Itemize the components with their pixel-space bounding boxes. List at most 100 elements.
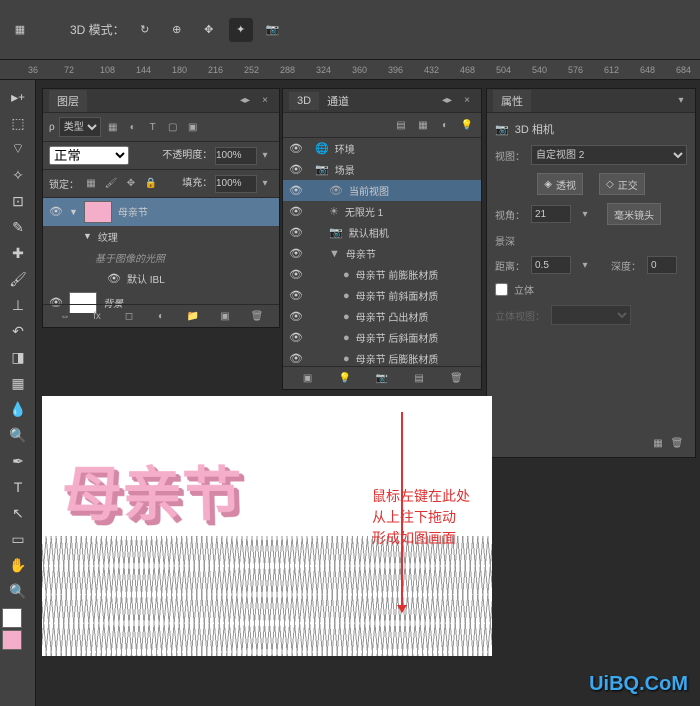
history-brush-tool[interactable]: ↶ bbox=[2, 318, 34, 344]
blend-mode-select[interactable]: 正常 bbox=[49, 146, 129, 165]
3d-tab[interactable]: 3D bbox=[289, 92, 319, 110]
pan-icon[interactable]: ✥ bbox=[197, 18, 221, 42]
3d-item[interactable]: 👁👁当前视图 bbox=[283, 180, 481, 201]
fill-input[interactable] bbox=[215, 175, 257, 193]
trash-icon[interactable]: 🗑 bbox=[249, 308, 265, 324]
eye-icon[interactable]: 👁 bbox=[289, 289, 303, 302]
path-tool[interactable]: ↖ bbox=[2, 500, 34, 526]
eye-icon[interactable]: 👁 bbox=[289, 352, 303, 365]
depth-input[interactable] bbox=[647, 256, 677, 274]
marquee-tool[interactable]: ⬚ bbox=[2, 110, 34, 136]
eyedropper-tool[interactable]: ✎ bbox=[2, 214, 34, 240]
orbit-icon[interactable]: ↻ bbox=[133, 18, 157, 42]
filter-material-icon[interactable]: ◐ bbox=[437, 117, 453, 133]
zoom-tool[interactable]: 🔍 bbox=[2, 578, 34, 604]
link-icon[interactable]: ⇔ bbox=[57, 308, 73, 324]
roll-icon[interactable]: ⊕ bbox=[165, 18, 189, 42]
layers-tab[interactable]: 图层 bbox=[49, 90, 87, 112]
move-tool[interactable]: ▸+ bbox=[2, 84, 34, 110]
channels-tab[interactable]: 通道 bbox=[319, 90, 357, 112]
type-tool[interactable]: T bbox=[2, 474, 34, 500]
blur-tool[interactable]: 💧 bbox=[2, 396, 34, 422]
stereo-checkbox[interactable] bbox=[495, 283, 508, 296]
3d-item[interactable]: 👁●母亲节 后膨胀材质 bbox=[283, 348, 481, 368]
new-icon[interactable]: ▤ bbox=[411, 370, 427, 386]
heal-tool[interactable]: ✚ bbox=[2, 240, 34, 266]
gradient-tool[interactable]: ▦ bbox=[2, 370, 34, 396]
3d-item[interactable]: 👁●母亲节 前斜面材质 bbox=[283, 285, 481, 306]
camera-icon[interactable]: 📷 bbox=[261, 18, 285, 42]
pen-tool[interactable]: ✒ bbox=[2, 448, 34, 474]
eye-icon[interactable]: 👁 bbox=[107, 272, 121, 285]
crop-tool[interactable]: ⊡ bbox=[2, 188, 34, 214]
eye-icon[interactable]: 👁 bbox=[289, 331, 303, 344]
new-layer-icon[interactable]: ▣ bbox=[217, 308, 233, 324]
camera-icon[interactable]: 📷 bbox=[374, 370, 390, 386]
eye-icon[interactable]: 👁 bbox=[289, 205, 303, 218]
eye-icon[interactable]: 👁 bbox=[289, 142, 303, 155]
slide-icon[interactable]: ✦ bbox=[229, 18, 253, 42]
3d-item[interactable]: 👁●母亲节 后斜面材质 bbox=[283, 327, 481, 348]
3d-item[interactable]: 👁📷默认相机 bbox=[283, 222, 481, 243]
orthographic-button[interactable]: ◇正交 bbox=[599, 173, 645, 195]
lock-move-icon[interactable]: ✥ bbox=[123, 175, 139, 191]
stamp-tool[interactable]: ⊥ bbox=[2, 292, 34, 318]
eye-icon[interactable]: 👁 bbox=[289, 184, 303, 197]
lasso-tool[interactable]: ⌔ bbox=[2, 136, 34, 162]
fx-icon[interactable]: fx bbox=[89, 308, 105, 324]
light-icon[interactable]: 💡 bbox=[337, 370, 353, 386]
perspective-button[interactable]: ◈透视 bbox=[537, 173, 583, 195]
opacity-input[interactable] bbox=[215, 147, 257, 165]
filter-scene-icon[interactable]: ▤ bbox=[393, 117, 409, 133]
3d-item[interactable]: 👁●母亲节 凸出材质 bbox=[283, 306, 481, 327]
foreground-color[interactable] bbox=[2, 608, 22, 628]
filter-mesh-icon[interactable]: ▦ bbox=[415, 117, 431, 133]
3d-item[interactable]: 👁▼母亲节 bbox=[283, 243, 481, 264]
fov-input[interactable] bbox=[531, 205, 571, 223]
eye-icon[interactable]: 👁 bbox=[289, 268, 303, 281]
render-icon[interactable]: ▣ bbox=[300, 370, 316, 386]
eraser-tool[interactable]: ◨ bbox=[2, 344, 34, 370]
eye-icon[interactable]: 👁 bbox=[289, 310, 303, 323]
dodge-tool[interactable]: 🔍 bbox=[2, 422, 34, 448]
layer-row[interactable]: 基于图像的光照 bbox=[43, 247, 279, 268]
filter-smart-icon[interactable]: ▣ bbox=[185, 119, 201, 135]
trash-icon[interactable]: 🗑 bbox=[669, 435, 685, 451]
close-icon[interactable]: × bbox=[257, 93, 273, 109]
eye-icon[interactable]: 👁 bbox=[289, 247, 303, 260]
brush-tool[interactable]: 🖌 bbox=[2, 266, 34, 292]
close-icon[interactable]: × bbox=[459, 93, 475, 109]
3d-item[interactable]: 👁🌐环境 bbox=[283, 138, 481, 159]
3d-item[interactable]: 👁☀无限光 1 bbox=[283, 201, 481, 222]
mask-icon[interactable]: ◻ bbox=[121, 308, 137, 324]
distance-input[interactable] bbox=[531, 256, 571, 274]
lens-button[interactable]: 毫米镜头 bbox=[607, 203, 661, 225]
view-select[interactable]: 自定视图 2 bbox=[531, 145, 687, 165]
menu-icon[interactable]: ▾ bbox=[673, 93, 689, 109]
layer-row[interactable]: 👁 默认 IBL bbox=[43, 268, 279, 289]
collapse-icon[interactable]: ◂▸ bbox=[237, 93, 253, 109]
adjustment-icon[interactable]: ◐ bbox=[153, 308, 169, 324]
properties-tab[interactable]: 属性 bbox=[493, 90, 531, 112]
3d-item[interactable]: 👁📷场景 bbox=[283, 159, 481, 180]
filter-shape-icon[interactable]: ▢ bbox=[165, 119, 181, 135]
panel-layout-icon[interactable]: ▦ bbox=[8, 18, 32, 42]
render-settings-icon[interactable]: ▦ bbox=[650, 435, 666, 451]
canvas[interactable]: www.psahz.com 母亲节 鼠标左键在此处 从上往下拖动 形成如图画面 bbox=[42, 396, 492, 656]
lock-all-icon[interactable]: 🔒 bbox=[143, 175, 159, 191]
layer-row[interactable]: 👁 ▼ 母亲节 bbox=[43, 198, 279, 226]
hand-tool[interactable]: ✋ bbox=[2, 552, 34, 578]
eye-icon[interactable]: 👁 bbox=[289, 163, 303, 176]
filter-light-icon[interactable]: 💡 bbox=[459, 117, 475, 133]
filter-adjust-icon[interactable]: ◐ bbox=[125, 119, 141, 135]
folder-icon[interactable]: 📁 bbox=[185, 308, 201, 324]
eye-icon[interactable]: 👁 bbox=[289, 226, 303, 239]
layer-row[interactable]: ▼ 纹理 bbox=[43, 226, 279, 247]
lock-brush-icon[interactable]: 🖌 bbox=[103, 175, 119, 191]
trash-icon[interactable]: 🗑 bbox=[448, 370, 464, 386]
3d-item[interactable]: 👁●母亲节 前膨胀材质 bbox=[283, 264, 481, 285]
wand-tool[interactable]: ✧ bbox=[2, 162, 34, 188]
filter-type-select[interactable]: 类型 bbox=[59, 117, 101, 137]
collapse-icon[interactable]: ◂▸ bbox=[439, 93, 455, 109]
shape-tool[interactable]: ▭ bbox=[2, 526, 34, 552]
